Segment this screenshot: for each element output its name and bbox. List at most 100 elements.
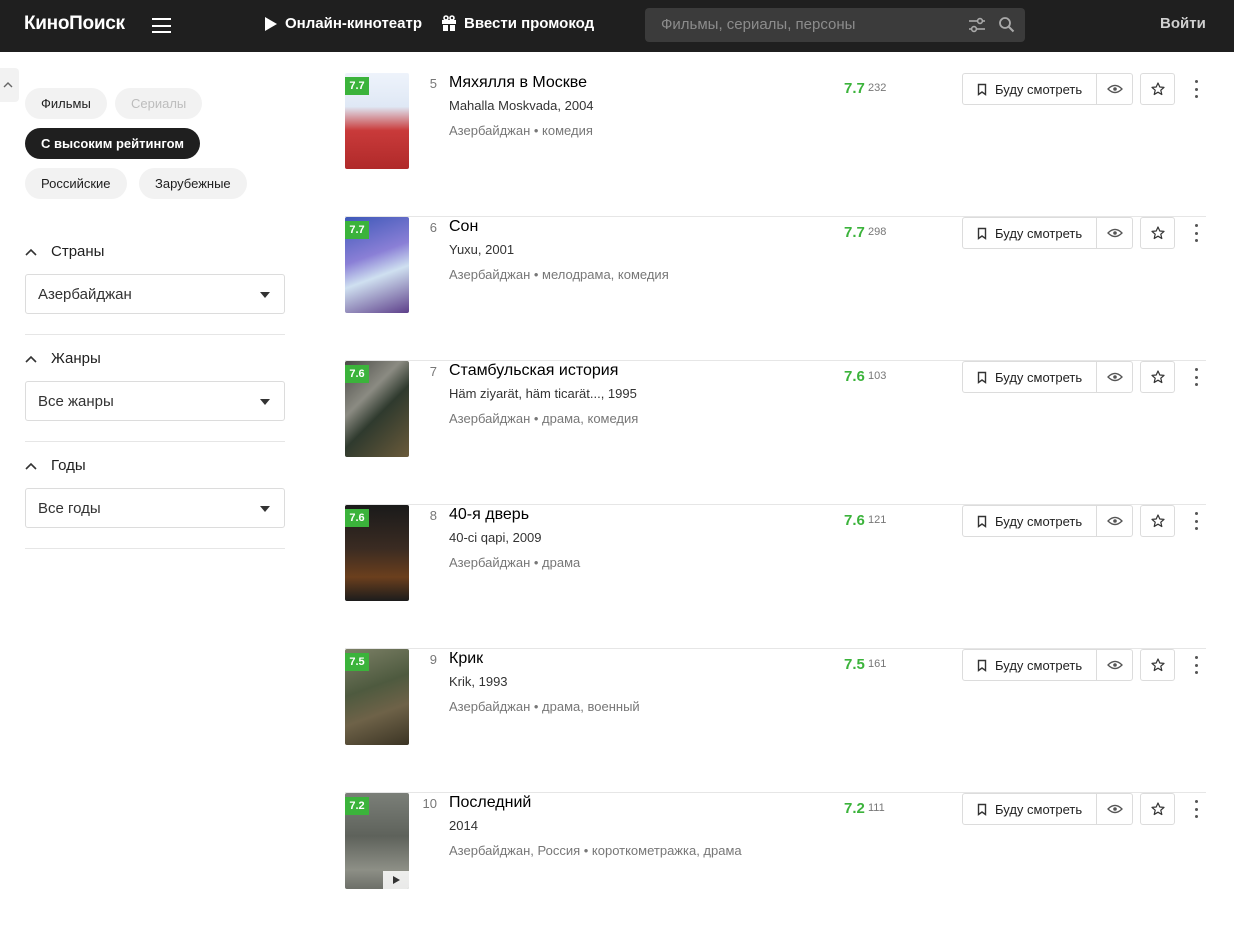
login-button[interactable]: Войти [1160, 15, 1206, 32]
trailer-play-icon[interactable] [383, 871, 409, 889]
rate-button[interactable] [1140, 793, 1175, 825]
sidebar-collapse-button[interactable] [0, 68, 19, 102]
movie-title[interactable]: Сон [449, 218, 478, 236]
watch-later-button[interactable]: Буду смотреть [962, 793, 1097, 825]
countries-filter-header[interactable]: Страны [25, 243, 104, 260]
chip-top-rated[interactable]: С высоким рейтингом [25, 128, 200, 159]
movie-votes-count: 121 [868, 514, 887, 526]
bookmark-icon [977, 371, 987, 384]
countries-filter-label: Страны [51, 243, 105, 260]
movie-poster[interactable]: 7.6 [345, 361, 409, 457]
more-options-icon[interactable] [1189, 80, 1203, 98]
genres-select[interactable]: Все жанры [25, 381, 285, 421]
movie-original-title: Yuxu, 2001 [449, 242, 515, 257]
eye-icon [1106, 228, 1123, 238]
movie-position: 6 [429, 220, 437, 235]
mark-watched-button[interactable] [1096, 361, 1133, 393]
movie-title[interactable]: Последний [449, 794, 531, 812]
rate-button[interactable] [1140, 505, 1175, 537]
movie-poster[interactable]: 7.2 [345, 793, 409, 889]
movie-list-item[interactable]: 7.7 5 Мяхялля в Москве Mahalla Moskvada,… [345, 73, 1206, 217]
watch-later-button[interactable]: Буду смотреть [962, 649, 1097, 681]
star-icon [1150, 802, 1165, 816]
promo-code-label: Ввести промокод [464, 15, 595, 32]
online-cinema-link[interactable]: Онлайн-кинотеатр [264, 15, 422, 32]
rate-button[interactable] [1140, 217, 1175, 249]
movie-country-genre: Азербайджан, Россия • короткометражка, д… [449, 843, 742, 858]
movie-country-genre: Азербайджан • драма, комедия [449, 411, 639, 426]
search-input[interactable]: Фильмы, сериалы, персоны [661, 16, 855, 33]
mark-watched-button[interactable] [1096, 793, 1133, 825]
chip-films[interactable]: Фильмы [25, 88, 107, 119]
bookmark-icon [977, 659, 987, 672]
movie-votes-count: 111 [868, 802, 885, 814]
years-select-value: Все годы [38, 500, 101, 517]
search-bar[interactable]: Фильмы, сериалы, персоны [645, 8, 1025, 42]
filter-divider [25, 548, 285, 549]
movie-poster[interactable]: 7.7 [345, 73, 409, 169]
filter-sliders-icon[interactable] [968, 17, 986, 38]
more-options-icon[interactable] [1189, 368, 1203, 386]
movie-title[interactable]: Крик [449, 650, 483, 668]
watch-later-label: Буду смотреть [995, 225, 1083, 241]
eye-icon [1106, 804, 1123, 814]
star-icon [1150, 658, 1165, 672]
movie-rating: 7.7 [844, 80, 865, 97]
rate-button[interactable] [1140, 73, 1175, 105]
caret-down-icon [260, 506, 270, 512]
countries-select-value: Азербайджан [38, 286, 132, 303]
kinopoisk-logo[interactable]: КиноПоиск [24, 13, 125, 35]
bookmark-icon [977, 803, 987, 816]
more-options-icon[interactable] [1189, 656, 1203, 674]
more-options-icon[interactable] [1189, 224, 1203, 242]
more-options-icon[interactable] [1189, 800, 1203, 818]
movie-list-item[interactable]: 7.7 6 Сон Yuxu, 2001 Азербайджан • мелод… [345, 217, 1206, 361]
movie-title[interactable]: Стамбульская история [449, 362, 618, 380]
movie-poster[interactable]: 7.6 [345, 505, 409, 601]
chip-series[interactable]: Сериалы [115, 88, 203, 119]
movie-original-title: Mahalla Moskvada, 2004 [449, 98, 594, 113]
movie-original-title: Krik, 1993 [449, 674, 508, 689]
movie-rating: 7.6 [844, 368, 865, 385]
poster-rating-badge: 7.5 [345, 653, 369, 671]
mark-watched-button[interactable] [1096, 505, 1133, 537]
movie-title[interactable]: Мяхялля в Москве [449, 74, 587, 92]
rate-button[interactable] [1140, 649, 1175, 681]
movie-votes-count: 161 [868, 658, 887, 670]
mark-watched-button[interactable] [1096, 649, 1133, 681]
mark-watched-button[interactable] [1096, 217, 1133, 249]
years-select[interactable]: Все годы [25, 488, 285, 528]
more-options-icon[interactable] [1189, 512, 1203, 530]
eye-icon [1106, 660, 1123, 670]
movie-votes-count: 298 [868, 226, 887, 238]
promo-code-link[interactable]: Ввести промокод [441, 15, 594, 32]
watch-later-button[interactable]: Буду смотреть [962, 505, 1097, 537]
movie-list-item[interactable]: 7.5 9 Крик Krik, 1993 Азербайджан • драм… [345, 649, 1206, 793]
watch-later-button[interactable]: Буду смотреть [962, 73, 1097, 105]
mark-watched-button[interactable] [1096, 73, 1133, 105]
search-icon[interactable] [998, 16, 1015, 38]
movie-poster[interactable]: 7.7 [345, 217, 409, 313]
movie-list-item[interactable]: 7.6 8 40-я дверь 40-ci qapi, 2009 Азерба… [345, 505, 1206, 649]
movie-title[interactable]: 40-я дверь [449, 506, 529, 524]
movie-poster[interactable]: 7.5 [345, 649, 409, 745]
movie-list-item[interactable]: 7.6 7 Стамбульская история Häm ziyarät, … [345, 361, 1206, 505]
chip-russian[interactable]: Российские [25, 168, 127, 199]
poster-rating-badge: 7.6 [345, 365, 369, 383]
eye-icon [1106, 516, 1123, 526]
genres-filter-header[interactable]: Жанры [25, 350, 101, 367]
chevron-up-icon [3, 82, 13, 88]
movie-rating: 7.7 [844, 224, 865, 241]
watch-later-button[interactable]: Буду смотреть [962, 217, 1097, 249]
menu-icon[interactable] [152, 18, 171, 33]
movie-list-item[interactable]: 7.2 10 Последний 2014 Азербайджан, Росси… [345, 793, 1206, 937]
years-filter-label: Годы [51, 457, 86, 474]
countries-select[interactable]: Азербайджан [25, 274, 285, 314]
star-icon [1150, 370, 1165, 384]
chip-foreign[interactable]: Зарубежные [139, 168, 247, 199]
rate-button[interactable] [1140, 361, 1175, 393]
years-filter-header[interactable]: Годы [25, 457, 86, 474]
watch-later-button[interactable]: Буду смотреть [962, 361, 1097, 393]
online-cinema-label: Онлайн-кинотеатр [285, 15, 422, 32]
filter-divider [25, 441, 285, 442]
